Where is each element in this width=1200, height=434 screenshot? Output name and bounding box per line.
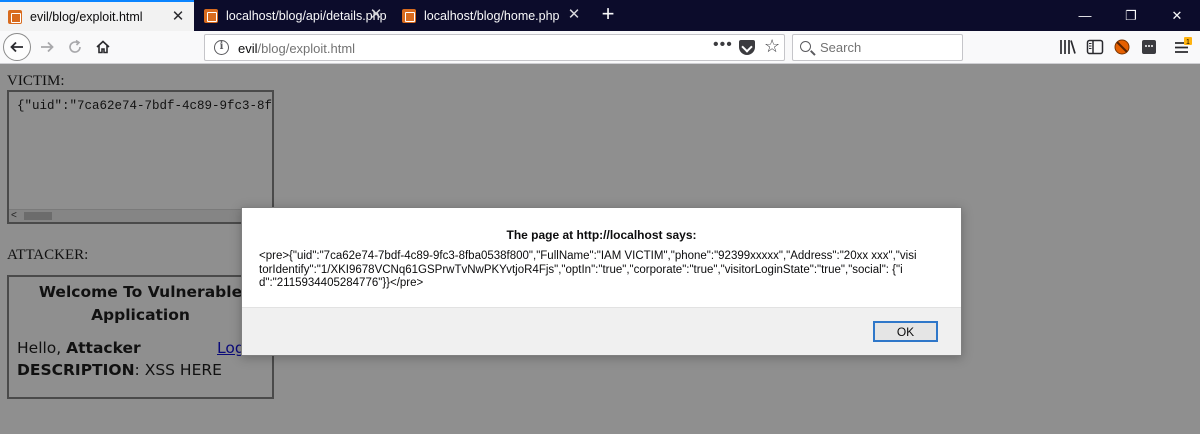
url-text[interactable]: evil/blog/exploit.html [238,41,355,56]
search-icon [800,41,811,52]
new-tab-button[interactable]: + [598,3,618,27]
forward-arrow-icon [41,41,54,53]
tab-strip: evil/blog/exploit.html ✕ localhost/blog/… [0,0,1200,31]
dialog-heading: The page at http://localhost says: [506,228,697,242]
home-icon [96,40,110,54]
pocket-icon[interactable] [739,40,755,55]
description-value: : XSS HERE [134,361,222,379]
info-icon[interactable]: i [214,40,229,55]
xampp-favicon-icon [204,8,218,23]
xampp-favicon-icon [8,9,22,24]
bookmark-star-icon[interactable]: ☆ [764,36,780,57]
reload-icon [69,39,81,53]
search-bar[interactable] [792,34,963,61]
attacker-iframe[interactable]: Welcome To Vulnerable Application Hello,… [7,275,274,399]
victim-iframe[interactable]: {"uid":"7ca62e74-7bdf-4c89-9fc3-8fba0 < [7,90,274,224]
victim-label: VICTIM: [7,73,65,89]
xampp-favicon-icon [402,8,416,23]
tab-close-icon[interactable]: ✕ [170,8,186,26]
victim-json-text: {"uid":"7ca62e74-7bdf-4c89-9fc3-8fba0 [17,99,274,113]
tab-home[interactable]: localhost/blog/home.php ✕ [394,0,590,31]
search-input[interactable] [820,40,955,55]
dialog-footer: OK [242,307,961,355]
horizontal-scrollbar[interactable]: < [9,209,272,222]
attacker-label: ATTACKER: [7,247,89,263]
tab-close-icon[interactable]: ✕ [368,6,384,24]
dialog-message: <pre>{"uid":"7ca62e74-7bdf-4c89-9fc3-8fb… [259,250,917,289]
url-host: evil [238,41,258,56]
window-close-button[interactable]: ✕ [1154,0,1200,31]
scroll-left-icon[interactable]: < [11,210,17,222]
addon-icon[interactable] [1112,37,1132,57]
tab-title: localhost/blog/home.php [424,8,560,23]
reload-button[interactable] [64,34,86,60]
tab-title: localhost/blog/api/details.php [226,8,387,23]
page-actions-icon[interactable]: ••• [713,36,733,54]
alert-dialog: The page at http://localhost says: <pre>… [241,207,962,356]
ok-button[interactable]: OK [873,321,938,342]
greeting: Hello, Attacker [17,339,141,357]
sidebar-icon[interactable] [1085,37,1105,57]
navigation-toolbar: i evil/blog/exploit.html ••• ☆ 1 [0,31,1200,64]
welcome-line-2: Application [91,306,190,324]
description-label: DESCRIPTION [17,361,135,379]
restore-button[interactable]: ❐ [1108,0,1154,31]
forward-button[interactable] [36,34,58,60]
username: Attacker [66,339,141,357]
back-arrow-icon [10,41,23,53]
tab-exploit[interactable]: evil/blog/exploit.html ✕ [0,0,194,31]
extension-icon[interactable] [1139,37,1159,57]
tab-close-icon[interactable]: ✕ [566,6,582,24]
url-path: /blog/exploit.html [257,41,356,56]
scrollbar-thumb[interactable] [24,212,52,220]
tab-title: evil/blog/exploit.html [30,9,143,24]
welcome-heading: Welcome To Vulnerable Application [9,281,272,327]
hello-prefix: Hello, [17,339,67,357]
tab-details[interactable]: localhost/blog/api/details.php ✕ [196,0,392,31]
menu-badge: 1 [1186,39,1190,46]
minimize-button[interactable]: — [1062,0,1108,31]
home-button[interactable] [92,34,114,60]
welcome-line-1: Welcome To Vulnerable [38,283,243,301]
url-bar[interactable]: i evil/blog/exploit.html ••• ☆ [204,34,785,61]
description: DESCRIPTION: XSS HERE [17,361,222,379]
hamburger-menu-icon[interactable]: 1 [1172,37,1192,57]
back-button[interactable] [3,33,31,61]
library-icon[interactable] [1058,37,1078,57]
